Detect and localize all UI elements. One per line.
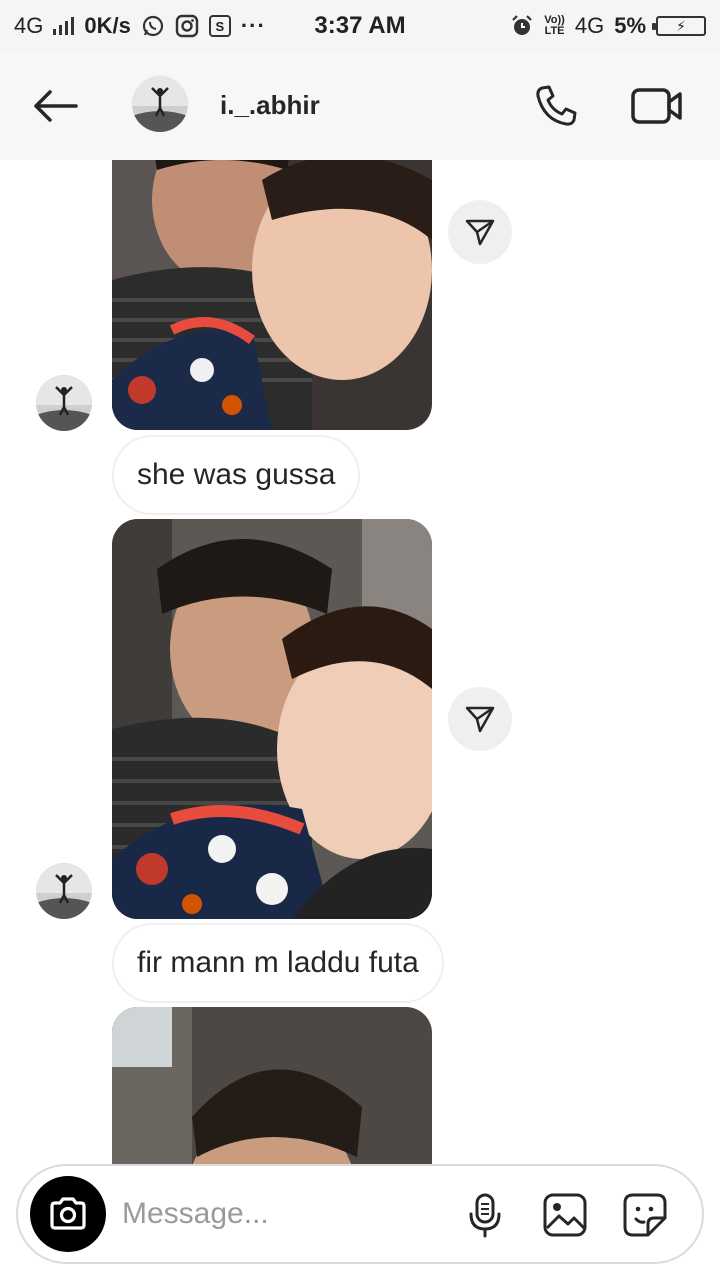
message-composer [16, 1164, 704, 1264]
network-type-right: 4G [574, 13, 605, 38]
chat-header: i._.abhir [0, 52, 720, 160]
phone-icon[interactable] [532, 82, 580, 130]
camera-icon [50, 1197, 86, 1230]
text-message[interactable]: she was gussa [112, 435, 361, 515]
video-camera-icon[interactable] [630, 82, 684, 130]
photo-message[interactable] [112, 519, 432, 919]
share-button[interactable] [448, 687, 512, 751]
data-speed: 0K/s [84, 13, 131, 38]
signal-icon [53, 17, 75, 35]
message-input[interactable] [122, 1190, 442, 1238]
paper-plane-icon [465, 706, 495, 733]
battery-icon: ⚡ [652, 16, 706, 36]
network-type: 4G [14, 13, 44, 38]
volte-indicator: Vo)) LTE [544, 14, 565, 37]
screenshot-icon: S [208, 15, 231, 37]
back-arrow-icon[interactable] [30, 86, 80, 126]
photo-message[interactable] [112, 1007, 432, 1164]
message-thread[interactable]: she was gussa fir mann m laddu futa [0, 160, 720, 1164]
microphone-icon[interactable] [462, 1192, 508, 1238]
text-message[interactable]: fir mann m laddu futa [112, 923, 444, 1003]
more-notifications-icon: ··· [240, 13, 266, 38]
share-button[interactable] [448, 200, 512, 264]
whatsapp-icon [142, 15, 163, 37]
gallery-image-icon[interactable] [542, 1192, 588, 1238]
camera-button[interactable] [30, 1176, 106, 1252]
paper-plane-icon [465, 219, 495, 246]
avatar[interactable] [36, 375, 92, 431]
battery-percent: 5% [614, 13, 646, 38]
sticker-icon[interactable] [622, 1192, 668, 1238]
chat-username[interactable]: i._.abhir [220, 90, 320, 121]
avatar[interactable] [132, 76, 188, 132]
instagram-icon [175, 14, 199, 38]
photo-message[interactable] [112, 160, 432, 430]
status-bar: 4G 0K/s S ··· 3:37 AM Vo)) LTE 4G 5% ⚡ [0, 0, 720, 52]
avatar[interactable] [36, 863, 92, 919]
alarm-icon [512, 15, 533, 35]
